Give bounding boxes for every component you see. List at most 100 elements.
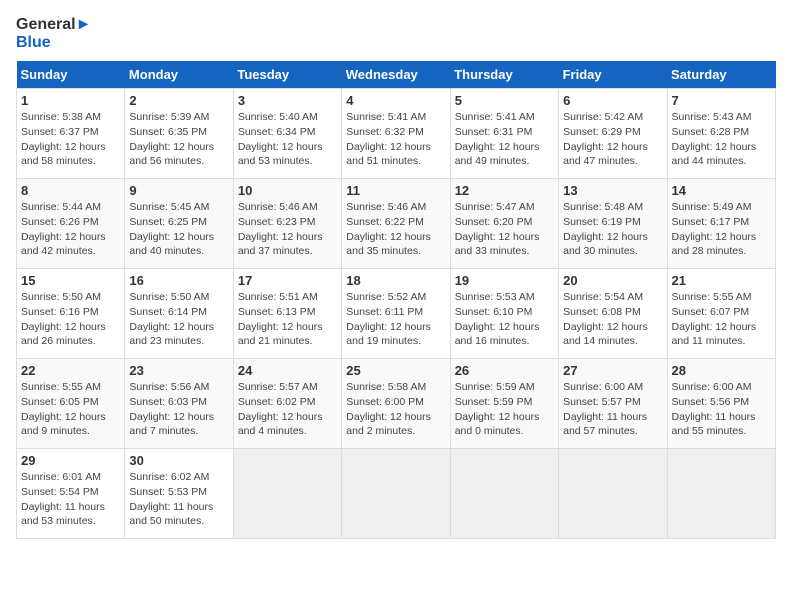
day-info: Sunrise: 5:57 AMSunset: 6:02 PMDaylight:… bbox=[238, 380, 337, 439]
calendar-cell bbox=[450, 449, 558, 539]
day-number: 4 bbox=[346, 93, 445, 108]
calendar-cell: 3 Sunrise: 5:40 AMSunset: 6:34 PMDaylight… bbox=[233, 89, 341, 179]
day-info: Sunrise: 5:49 AMSunset: 6:17 PMDaylight:… bbox=[672, 200, 771, 259]
day-info: Sunrise: 5:41 AMSunset: 6:32 PMDaylight:… bbox=[346, 110, 445, 169]
day-info: Sunrise: 6:00 AMSunset: 5:57 PMDaylight:… bbox=[563, 380, 662, 439]
day-info: Sunrise: 5:58 AMSunset: 6:00 PMDaylight:… bbox=[346, 380, 445, 439]
day-info: Sunrise: 5:40 AMSunset: 6:34 PMDaylight:… bbox=[238, 110, 337, 169]
week-row-3: 15 Sunrise: 5:50 AMSunset: 6:16 PMDayligh… bbox=[17, 269, 776, 359]
calendar-cell: 30 Sunrise: 6:02 AMSunset: 5:53 PMDayligh… bbox=[125, 449, 233, 539]
calendar-cell: 10Sunrise: 5:46 AMSunset: 6:23 PMDayligh… bbox=[233, 179, 341, 269]
day-info: Sunrise: 5:55 AMSunset: 6:05 PMDaylight:… bbox=[21, 380, 120, 439]
day-info: Sunrise: 5:39 AMSunset: 6:35 PMDaylight:… bbox=[129, 110, 228, 169]
calendar-cell: 7 Sunrise: 5:43 AMSunset: 6:28 PMDaylight… bbox=[667, 89, 775, 179]
day-number: 23 bbox=[129, 363, 228, 378]
day-number: 26 bbox=[455, 363, 554, 378]
calendar-cell: 16Sunrise: 5:50 AMSunset: 6:14 PMDayligh… bbox=[125, 269, 233, 359]
calendar-cell: 22 Sunrise: 5:55 AMSunset: 6:05 PMDayligh… bbox=[17, 359, 125, 449]
day-number: 20 bbox=[563, 273, 662, 288]
calendar-table: SundayMondayTuesdayWednesdayThursdayFrid… bbox=[16, 61, 776, 539]
calendar-cell: 18 Sunrise: 5:52 AMSunset: 6:11 PMDayligh… bbox=[342, 269, 450, 359]
day-info: Sunrise: 5:53 AMSunset: 6:10 PMDaylight:… bbox=[455, 290, 554, 349]
day-number: 6 bbox=[563, 93, 662, 108]
calendar-cell: 20 Sunrise: 5:54 AMSunset: 6:08 PMDayligh… bbox=[559, 269, 667, 359]
day-info: Sunrise: 5:52 AMSunset: 6:11 PMDaylight:… bbox=[346, 290, 445, 349]
calendar-cell: 11 Sunrise: 5:46 AMSunset: 6:22 PMDayligh… bbox=[342, 179, 450, 269]
weekday-header-sunday: Sunday bbox=[17, 61, 125, 89]
week-row-1: 1Sunrise: 5:38 AMSunset: 6:37 PMDaylight… bbox=[17, 89, 776, 179]
logo-container: General► Blue bbox=[16, 16, 91, 51]
calendar-cell bbox=[667, 449, 775, 539]
day-number: 7 bbox=[672, 93, 771, 108]
calendar-cell: 1Sunrise: 5:38 AMSunset: 6:37 PMDaylight… bbox=[17, 89, 125, 179]
week-row-2: 8Sunrise: 5:44 AMSunset: 6:26 PMDaylight… bbox=[17, 179, 776, 269]
weekday-header-wednesday: Wednesday bbox=[342, 61, 450, 89]
day-info: Sunrise: 5:42 AMSunset: 6:29 PMDaylight:… bbox=[563, 110, 662, 169]
calendar-cell: 14 Sunrise: 5:49 AMSunset: 6:17 PMDayligh… bbox=[667, 179, 775, 269]
day-info: Sunrise: 5:56 AMSunset: 6:03 PMDaylight:… bbox=[129, 380, 228, 439]
day-number: 8 bbox=[21, 183, 120, 198]
calendar-cell bbox=[342, 449, 450, 539]
day-info: Sunrise: 5:54 AMSunset: 6:08 PMDaylight:… bbox=[563, 290, 662, 349]
weekday-header-saturday: Saturday bbox=[667, 61, 775, 89]
day-info: Sunrise: 5:51 AMSunset: 6:13 PMDaylight:… bbox=[238, 290, 337, 349]
day-info: Sunrise: 5:38 AMSunset: 6:37 PMDaylight:… bbox=[21, 110, 120, 169]
day-number: 30 bbox=[129, 453, 228, 468]
calendar-cell: 25 Sunrise: 5:58 AMSunset: 6:00 PMDayligh… bbox=[342, 359, 450, 449]
day-info: Sunrise: 5:48 AMSunset: 6:19 PMDaylight:… bbox=[563, 200, 662, 259]
calendar-cell: 12 Sunrise: 5:47 AMSunset: 6:20 PMDayligh… bbox=[450, 179, 558, 269]
calendar-cell: 4 Sunrise: 5:41 AMSunset: 6:32 PMDaylight… bbox=[342, 89, 450, 179]
day-info: Sunrise: 5:47 AMSunset: 6:20 PMDaylight:… bbox=[455, 200, 554, 259]
day-info: Sunrise: 6:02 AMSunset: 5:53 PMDaylight:… bbox=[129, 470, 228, 529]
day-info: Sunrise: 5:55 AMSunset: 6:07 PMDaylight:… bbox=[672, 290, 771, 349]
calendar-cell: 28 Sunrise: 6:00 AMSunset: 5:56 PMDayligh… bbox=[667, 359, 775, 449]
day-number: 27 bbox=[563, 363, 662, 378]
day-number: 12 bbox=[455, 183, 554, 198]
calendar-cell: 8Sunrise: 5:44 AMSunset: 6:26 PMDaylight… bbox=[17, 179, 125, 269]
calendar-cell: 13 Sunrise: 5:48 AMSunset: 6:19 PMDayligh… bbox=[559, 179, 667, 269]
day-number: 3 bbox=[238, 93, 337, 108]
day-info: Sunrise: 6:01 AMSunset: 5:54 PMDaylight:… bbox=[21, 470, 120, 529]
day-number: 24 bbox=[238, 363, 337, 378]
calendar-cell: 17Sunrise: 5:51 AMSunset: 6:13 PMDayligh… bbox=[233, 269, 341, 359]
logo-blue: Blue bbox=[16, 34, 91, 52]
day-number: 11 bbox=[346, 183, 445, 198]
day-number: 18 bbox=[346, 273, 445, 288]
day-info: Sunrise: 5:50 AMSunset: 6:14 PMDaylight:… bbox=[129, 290, 228, 349]
weekday-header-friday: Friday bbox=[559, 61, 667, 89]
calendar-cell bbox=[559, 449, 667, 539]
logo-general: General► bbox=[16, 16, 91, 34]
day-info: Sunrise: 5:45 AMSunset: 6:25 PMDaylight:… bbox=[129, 200, 228, 259]
calendar-cell bbox=[233, 449, 341, 539]
day-number: 5 bbox=[455, 93, 554, 108]
week-row-5: 29Sunrise: 6:01 AMSunset: 5:54 PMDayligh… bbox=[17, 449, 776, 539]
day-number: 15 bbox=[21, 273, 120, 288]
day-number: 10 bbox=[238, 183, 337, 198]
day-info: Sunrise: 5:41 AMSunset: 6:31 PMDaylight:… bbox=[455, 110, 554, 169]
day-number: 28 bbox=[672, 363, 771, 378]
calendar-cell: 2Sunrise: 5:39 AMSunset: 6:35 PMDaylight… bbox=[125, 89, 233, 179]
day-number: 21 bbox=[672, 273, 771, 288]
weekday-header-thursday: Thursday bbox=[450, 61, 558, 89]
page-header: General► Blue bbox=[16, 16, 776, 51]
day-number: 22 bbox=[21, 363, 120, 378]
calendar-cell: 9 Sunrise: 5:45 AMSunset: 6:25 PMDaylight… bbox=[125, 179, 233, 269]
day-info: Sunrise: 5:46 AMSunset: 6:22 PMDaylight:… bbox=[346, 200, 445, 259]
day-info: Sunrise: 5:43 AMSunset: 6:28 PMDaylight:… bbox=[672, 110, 771, 169]
day-number: 19 bbox=[455, 273, 554, 288]
day-number: 9 bbox=[129, 183, 228, 198]
calendar-cell: 15 Sunrise: 5:50 AMSunset: 6:16 PMDayligh… bbox=[17, 269, 125, 359]
calendar-cell: 27 Sunrise: 6:00 AMSunset: 5:57 PMDayligh… bbox=[559, 359, 667, 449]
weekday-header-tuesday: Tuesday bbox=[233, 61, 341, 89]
day-number: 13 bbox=[563, 183, 662, 198]
day-number: 14 bbox=[672, 183, 771, 198]
week-row-4: 22 Sunrise: 5:55 AMSunset: 6:05 PMDayligh… bbox=[17, 359, 776, 449]
day-info: Sunrise: 6:00 AMSunset: 5:56 PMDaylight:… bbox=[672, 380, 771, 439]
calendar-cell: 23 Sunrise: 5:56 AMSunset: 6:03 PMDayligh… bbox=[125, 359, 233, 449]
day-info: Sunrise: 5:50 AMSunset: 6:16 PMDaylight:… bbox=[21, 290, 120, 349]
calendar-cell: 21 Sunrise: 5:55 AMSunset: 6:07 PMDayligh… bbox=[667, 269, 775, 359]
calendar-cell: 19 Sunrise: 5:53 AMSunset: 6:10 PMDayligh… bbox=[450, 269, 558, 359]
day-number: 25 bbox=[346, 363, 445, 378]
weekday-header-monday: Monday bbox=[125, 61, 233, 89]
calendar-cell: 6 Sunrise: 5:42 AMSunset: 6:29 PMDaylight… bbox=[559, 89, 667, 179]
